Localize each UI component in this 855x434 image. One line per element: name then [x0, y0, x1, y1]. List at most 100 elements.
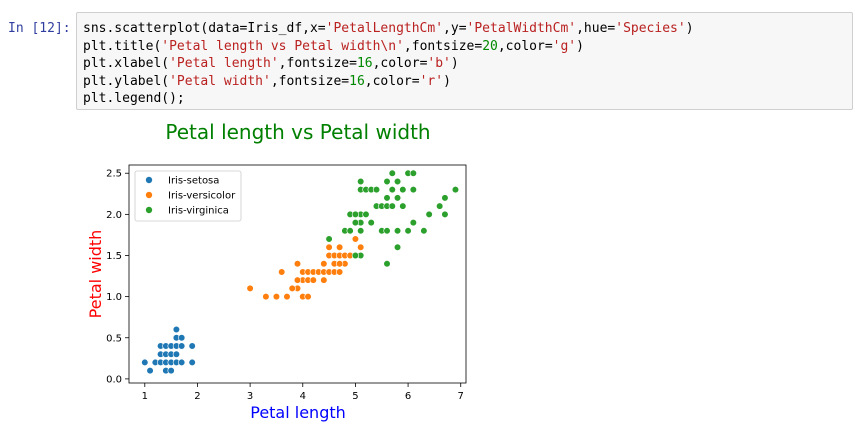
x-tick-label: 1	[142, 391, 148, 402]
data-point-iris-virginica	[393, 194, 402, 202]
data-point-iris-versicolor	[320, 260, 328, 268]
data-point-iris-setosa	[188, 342, 196, 350]
code-token: 'Petal width'	[169, 73, 271, 89]
x-tick-label: 7	[458, 391, 464, 402]
data-point-iris-virginica	[325, 235, 333, 243]
data-point-iris-virginica	[409, 186, 417, 194]
code-cell[interactable]: sns.scatterplot(data=Iris_df,x='PetalLen…	[76, 12, 853, 110]
data-point-iris-virginica	[388, 202, 396, 210]
code-token: )	[443, 73, 451, 89]
data-point-iris-setosa	[178, 342, 186, 350]
code-token: sns.scatterplot(data=Iris_df,x=	[83, 21, 326, 36]
cell-output: Petal length vs Petal width 0.0 0.5 1.0 1.5…	[0, 112, 855, 430]
code-token: 'PetalWidthCm'	[466, 21, 577, 36]
legend: Iris-setosa Iris-versicolor Iris-virginica	[134, 170, 242, 222]
data-point-iris-virginica	[351, 210, 360, 218]
data-point-iris-virginica	[409, 169, 417, 177]
code-token: 16	[349, 73, 365, 89]
code-token: 20	[482, 38, 498, 54]
data-point-iris-versicolor	[278, 268, 286, 276]
data-point-iris-setosa	[172, 325, 180, 334]
data-point-iris-virginica	[399, 202, 407, 210]
code-token: plt.legend();	[83, 91, 185, 106]
data-point-iris-virginica	[393, 243, 402, 251]
data-point-iris-setosa	[172, 350, 180, 358]
data-point-iris-virginica	[420, 227, 428, 235]
legend-label: Iris-virginica	[168, 206, 229, 217]
data-point-iris-virginica	[388, 169, 396, 177]
x-tick-label: 5	[352, 391, 358, 402]
data-point-iris-setosa	[188, 358, 196, 367]
data-point-iris-setosa	[146, 367, 154, 375]
data-point-iris-versicolor	[336, 243, 344, 251]
data-point-iris-versicolor	[357, 243, 365, 251]
legend-label: Iris-versicolor	[168, 191, 236, 202]
data-point-iris-virginica	[383, 177, 391, 186]
data-point-iris-virginica	[357, 227, 365, 235]
data-point-iris-virginica	[451, 186, 460, 194]
data-point-iris-virginica	[357, 177, 365, 186]
data-point-iris-virginica	[404, 227, 412, 235]
data-point-iris-virginica	[393, 227, 402, 235]
code-token: )	[685, 21, 694, 36]
code-token: )	[576, 38, 584, 54]
code-editor[interactable]: sns.scatterplot(data=Iris_df,x='PetalLen…	[83, 20, 694, 108]
legend-marker	[145, 191, 153, 199]
data-point-iris-versicolor	[262, 293, 270, 301]
data-point-iris-virginica	[441, 210, 449, 218]
code-token: 'b'	[427, 56, 451, 71]
code-token: ,fontsize=	[278, 56, 357, 71]
data-point-iris-versicolor	[320, 276, 328, 284]
code-token: plt.xlabel(	[83, 56, 170, 71]
data-point-iris-virginica	[409, 218, 417, 227]
x-axis-label: Petal length	[250, 403, 346, 422]
x-tick-label: 3	[247, 391, 253, 402]
data-point-iris-versicolor	[272, 293, 281, 301]
y-tick-label: 0.5	[106, 333, 122, 344]
code-token: ,color=	[372, 56, 428, 71]
data-point-iris-virginica	[351, 251, 360, 260]
x-tick-label: 2	[194, 391, 200, 402]
data-point-iris-virginica	[436, 202, 444, 210]
code-token: 'Petal length'	[169, 56, 279, 71]
code-token: 'r'	[419, 73, 444, 89]
code-token: ,hue=	[576, 21, 616, 36]
data-point-iris-virginica	[399, 186, 407, 194]
data-point-iris-versicolor	[351, 235, 360, 243]
data-point-iris-versicolor	[309, 276, 317, 284]
y-axis-label: Petal width	[86, 230, 105, 319]
code-token: 'Species'	[615, 21, 686, 36]
data-point-iris-versicolor	[283, 293, 291, 301]
data-point-iris-virginica	[383, 194, 391, 202]
data-point-iris-virginica	[362, 210, 370, 218]
data-point-iris-virginica	[346, 227, 354, 235]
data-point-iris-setosa	[167, 367, 175, 375]
y-axis: 0.0 0.5 1.0 1.5 2.0 2.5	[106, 169, 129, 385]
data-point-iris-virginica	[367, 218, 375, 227]
code-token: 'Petal length vs Petal width\n'	[161, 38, 404, 54]
data-point-iris-versicolor	[304, 293, 312, 301]
code-token: ,fontsize=	[270, 73, 350, 89]
data-point-iris-virginica	[388, 186, 396, 194]
data-point-iris-versicolor	[293, 260, 302, 268]
code-token: 16	[356, 56, 373, 71]
data-point-iris-setosa	[178, 358, 186, 367]
y-tick-label: 2.0	[106, 210, 122, 221]
legend-label: Iris-setosa	[168, 176, 219, 187]
data-point-iris-versicolor	[336, 260, 344, 268]
code-token: plt.title(	[83, 38, 162, 54]
y-tick-label: 0.0	[106, 374, 122, 385]
chart-title: Petal length vs Petal width	[165, 120, 430, 144]
data-point-iris-versicolor	[246, 284, 254, 292]
code-token: ,color=	[364, 73, 420, 89]
data-point-iris-versicolor	[293, 276, 302, 284]
legend-marker	[145, 206, 153, 214]
data-point-iris-setosa	[141, 358, 149, 367]
code-token: ,color=	[497, 38, 553, 54]
data-point-iris-virginica	[425, 210, 433, 218]
y-tick-label: 1.0	[106, 292, 122, 303]
code-token: ,fontsize=	[403, 38, 483, 54]
data-point-iris-virginica	[351, 218, 360, 227]
y-tick-label: 1.5	[106, 251, 122, 262]
legend-marker	[145, 176, 153, 184]
